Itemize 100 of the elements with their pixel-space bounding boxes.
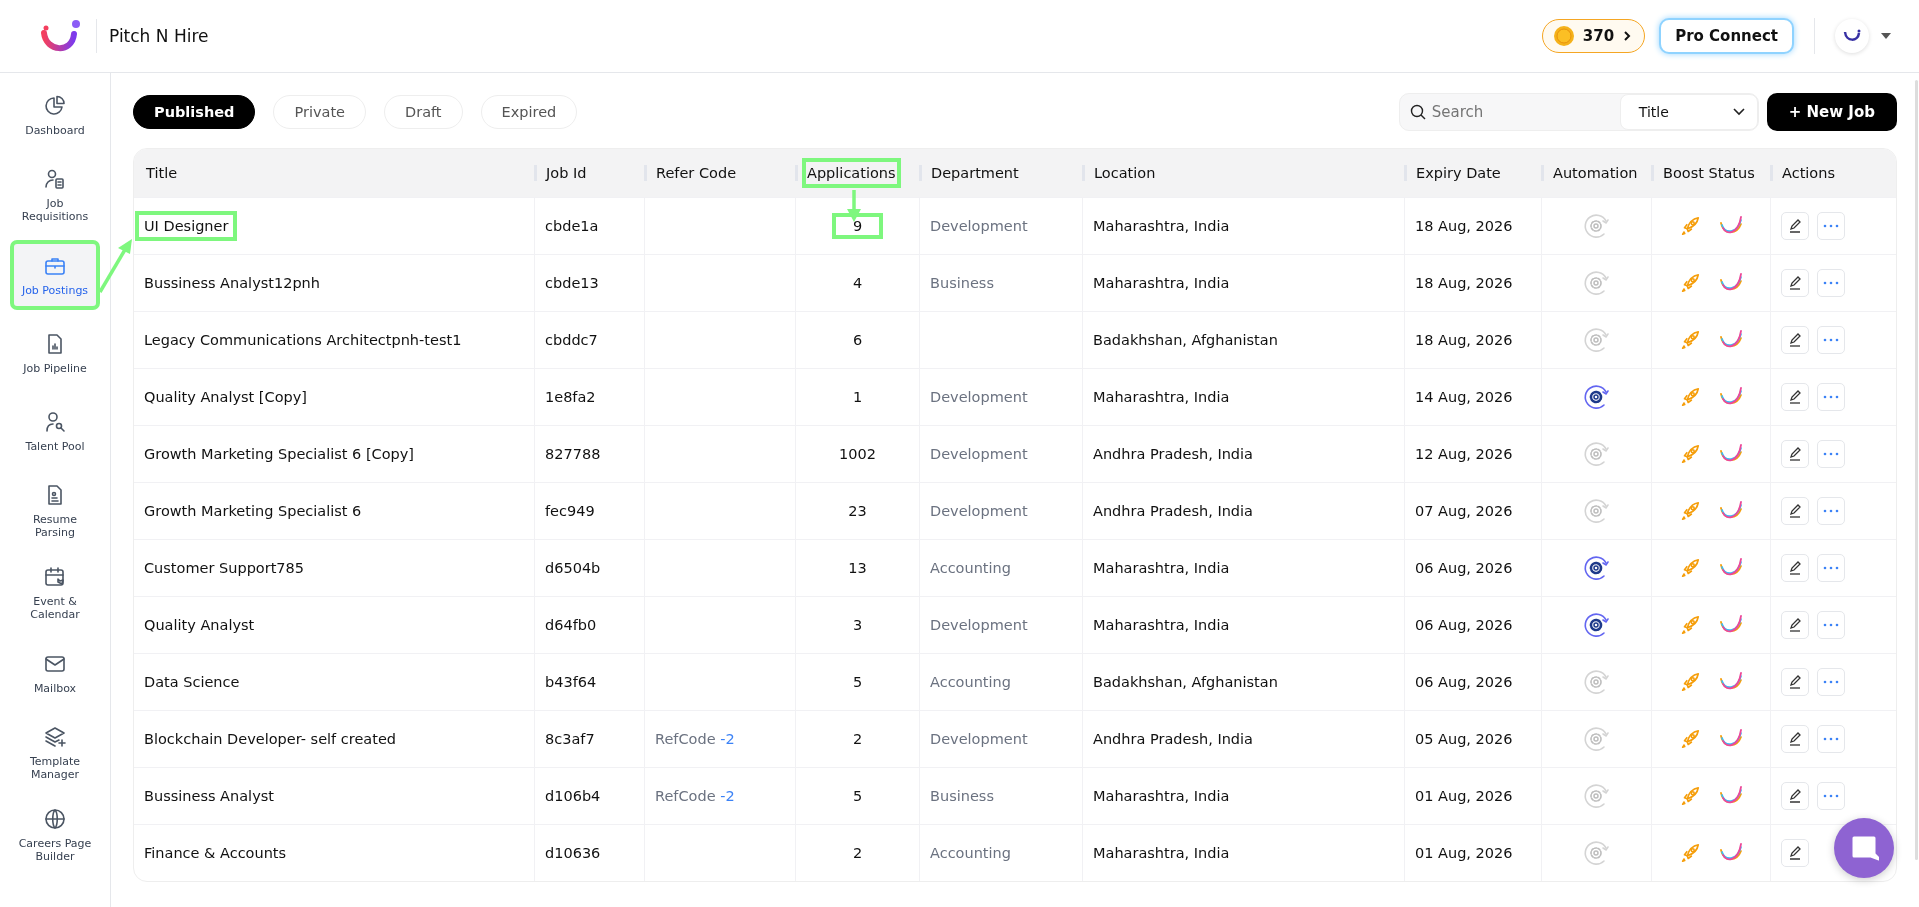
sidebar-item[interactable]: Event & Calendar (13, 559, 97, 627)
automation-off-icon[interactable] (1581, 496, 1612, 526)
automation-off-icon[interactable] (1581, 838, 1612, 868)
calendar-phone-icon (43, 565, 67, 589)
pencil-icon (1787, 503, 1803, 519)
rocket-icon[interactable] (1679, 842, 1701, 864)
sidebar-item[interactable]: Job Requisitions (13, 161, 97, 229)
edit-button[interactable] (1781, 554, 1809, 582)
applications-count: 2 (851, 844, 864, 863)
more-button[interactable] (1817, 383, 1845, 411)
coins-button[interactable]: 370 (1541, 19, 1646, 53)
more-button[interactable] (1817, 554, 1845, 582)
rocket-icon[interactable] (1679, 785, 1701, 807)
automation-on-icon[interactable] (1581, 553, 1612, 583)
more-button[interactable] (1817, 782, 1845, 810)
more-button[interactable] (1817, 725, 1845, 753)
globe-icon (43, 807, 67, 831)
department: Development (930, 389, 1028, 405)
coin-icon (1552, 25, 1575, 47)
column-header: Refer Code (655, 164, 738, 183)
sidebar-item[interactable]: Job Postings (13, 243, 97, 307)
expiry-date: 18 Aug, 2026 (1415, 332, 1513, 348)
more-icon (1823, 566, 1839, 570)
more-button[interactable] (1817, 611, 1845, 639)
automation-off-icon[interactable] (1581, 325, 1612, 355)
pencil-icon (1787, 560, 1803, 576)
search-field[interactable]: Search Title (1398, 93, 1759, 131)
sidebar-item[interactable]: Talent Pool (13, 399, 97, 463)
edit-button[interactable] (1781, 212, 1809, 240)
rocket-icon[interactable] (1679, 386, 1701, 408)
job-title: UI Designer (138, 214, 235, 238)
expiry-date: 18 Aug, 2026 (1415, 218, 1513, 234)
rocket-icon[interactable] (1679, 500, 1701, 522)
edit-button[interactable] (1781, 383, 1809, 411)
more-button[interactable] (1817, 326, 1845, 354)
automation-off-icon[interactable] (1581, 268, 1612, 298)
status-tab[interactable]: Published (133, 95, 256, 129)
more-button[interactable] (1817, 212, 1845, 240)
job-title: Customer Support785 (143, 559, 306, 578)
expiry-date: 01 Aug, 2026 (1415, 788, 1513, 804)
location: Maharashtra, India (1093, 560, 1230, 576)
pro-connect-button[interactable]: Pro Connect (1659, 18, 1794, 54)
edit-button[interactable] (1781, 269, 1809, 297)
job-title: Blockchain Developer- self created (143, 730, 398, 749)
automation-off-icon[interactable] (1581, 439, 1612, 469)
rocket-icon[interactable] (1679, 671, 1701, 693)
rocket-icon[interactable] (1679, 443, 1701, 465)
more-button[interactable] (1817, 497, 1845, 525)
rocket-icon[interactable] (1679, 557, 1701, 579)
automation-off-icon[interactable] (1581, 667, 1612, 697)
automation-off-icon[interactable] (1581, 211, 1612, 241)
edit-button[interactable] (1781, 326, 1809, 354)
rocket-icon[interactable] (1679, 272, 1701, 294)
applications-count: 23 (847, 502, 868, 521)
rocket-icon[interactable] (1679, 329, 1701, 351)
job-title: Growth Marketing Specialist 6 (143, 502, 363, 521)
refer-code[interactable]: RefCode -2 (655, 788, 735, 804)
edit-button[interactable] (1781, 725, 1809, 753)
more-button[interactable] (1817, 668, 1845, 696)
location: Maharashtra, India (1093, 218, 1230, 234)
automation-off-icon[interactable] (1581, 781, 1612, 811)
refer-code[interactable]: RefCode -2 (655, 731, 735, 747)
rocket-icon[interactable] (1679, 728, 1701, 750)
annotation-arrow (845, 189, 863, 223)
edit-button[interactable] (1781, 839, 1809, 867)
status-tab[interactable]: Draft (384, 95, 463, 129)
edit-button[interactable] (1781, 611, 1809, 639)
new-job-button[interactable]: + New Job (1766, 93, 1897, 131)
sidebar-item[interactable]: Careers Page Builder (13, 801, 97, 869)
automation-on-icon[interactable] (1581, 610, 1612, 640)
sidebar-item[interactable]: Job Pipeline (13, 321, 97, 385)
department: Development (930, 731, 1028, 747)
more-button[interactable] (1817, 269, 1845, 297)
sidebar-item[interactable]: Template Manager (13, 719, 97, 787)
job-id: 8c3af7 (545, 731, 595, 747)
sidebar-item[interactable]: Mailbox (13, 641, 97, 705)
edit-button[interactable] (1781, 440, 1809, 468)
more-icon (1823, 794, 1839, 798)
search-icon (1409, 104, 1426, 120)
chat-button[interactable] (1834, 818, 1894, 878)
sidebar-item[interactable]: Dashboard (13, 83, 97, 147)
filter-select[interactable]: Title (1619, 94, 1758, 130)
automation-off-icon[interactable] (1581, 724, 1612, 754)
edit-button[interactable] (1781, 782, 1809, 810)
more-button[interactable] (1817, 440, 1845, 468)
pencil-icon (1787, 845, 1803, 861)
logo-icon (1843, 29, 1861, 43)
sidebar-item[interactable]: Resume Parsing (13, 477, 97, 545)
edit-button[interactable] (1781, 497, 1809, 525)
job-title: Quality Analyst [Copy] (143, 388, 308, 407)
caret-icon[interactable] (1881, 33, 1891, 39)
rocket-icon[interactable] (1679, 215, 1701, 237)
rocket-icon[interactable] (1679, 614, 1701, 636)
job-id: b43f64 (545, 674, 597, 690)
automation-on-icon[interactable] (1581, 382, 1612, 412)
status-tab[interactable]: Expired (480, 95, 578, 129)
status-tab[interactable]: Private (273, 95, 366, 129)
expiry-date: 06 Aug, 2026 (1415, 560, 1513, 576)
edit-button[interactable] (1781, 668, 1809, 696)
more-icon (1823, 224, 1839, 228)
